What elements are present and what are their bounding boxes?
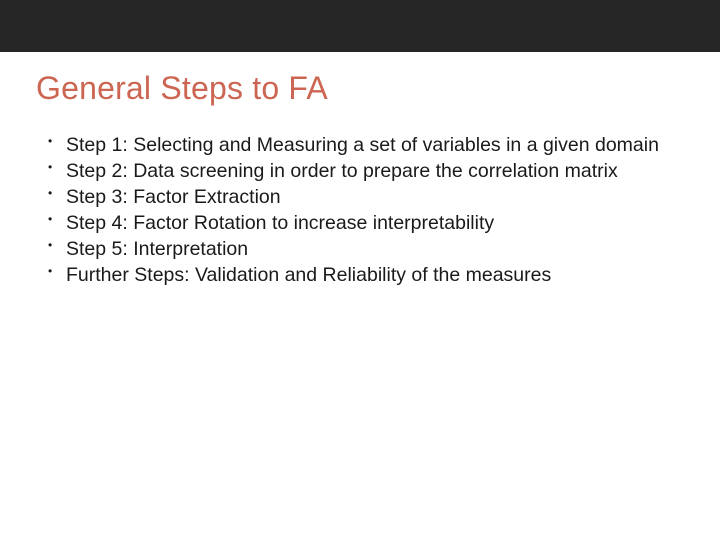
list-item: Step 3: Factor Extraction xyxy=(48,185,684,210)
list-item: Step 5: Interpretation xyxy=(48,237,684,262)
list-item: Step 2: Data screening in order to prepa… xyxy=(48,159,684,184)
bullet-list: Step 1: Selecting and Measuring a set of… xyxy=(36,133,684,288)
list-item: Step 1: Selecting and Measuring a set of… xyxy=(48,133,684,158)
slide-title: General Steps to FA xyxy=(36,70,684,107)
list-item: Further Steps: Validation and Reliabilit… xyxy=(48,263,684,288)
slide-content: General Steps to FA Step 1: Selecting an… xyxy=(0,52,720,288)
list-item: Step 4: Factor Rotation to increase inte… xyxy=(48,211,684,236)
header-bar xyxy=(0,0,720,52)
